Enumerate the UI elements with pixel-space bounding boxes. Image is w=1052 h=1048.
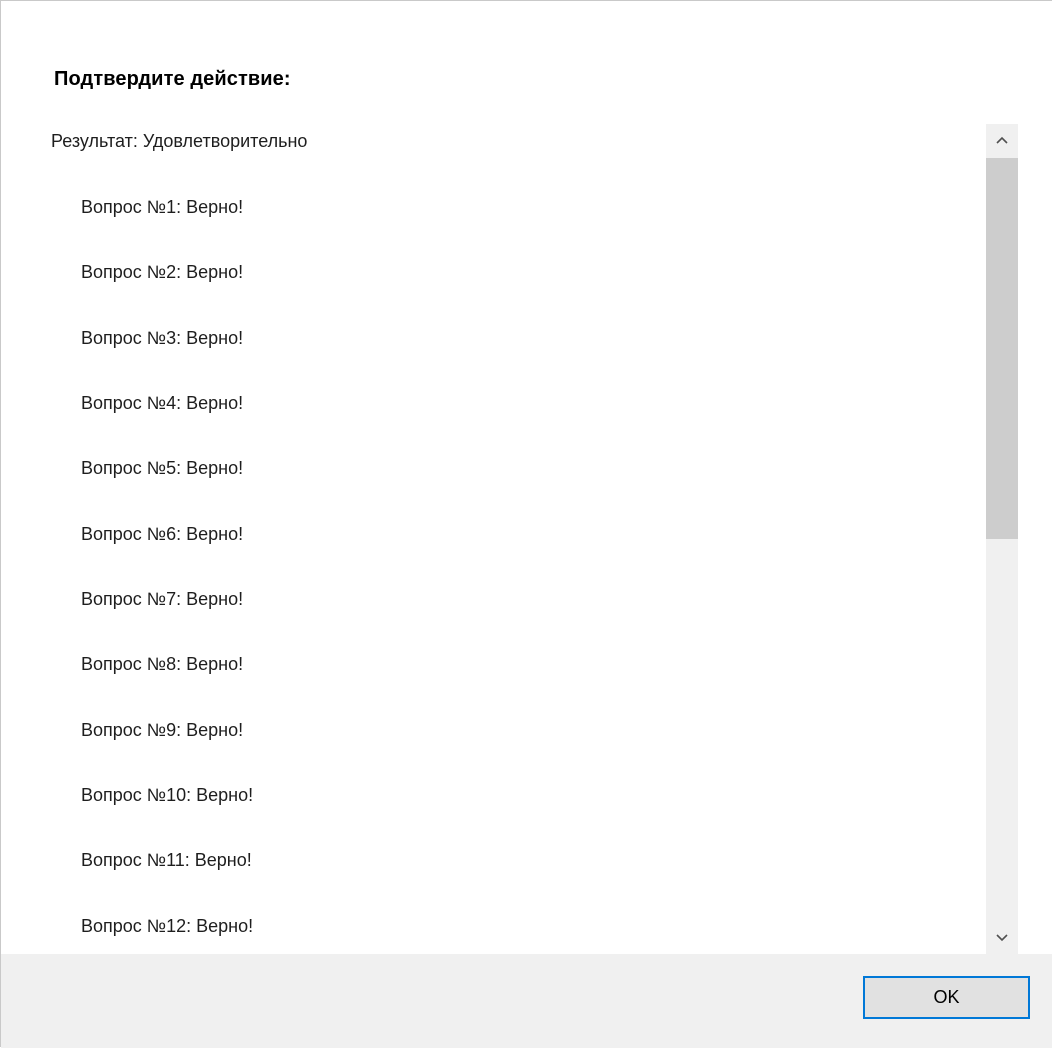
confirm-dialog: Подтвердите действие: Результат: Удовлет… — [0, 0, 1052, 1048]
dialog-title: Подтвердите действие: — [54, 68, 291, 90]
dialog-footer: OK — [1, 954, 1052, 1048]
list-item: Вопрос №3: Верно! — [81, 328, 244, 348]
ok-button[interactable]: OK — [863, 976, 1030, 1019]
scroll-up-button[interactable] — [986, 124, 1018, 156]
scroll-down-button[interactable] — [986, 922, 1018, 954]
list-item: Вопрос №4: Верно! — [81, 393, 244, 413]
list-item: Вопрос №11: Верно! — [81, 850, 252, 870]
list-item: Вопрос №9: Верно! — [81, 720, 244, 740]
list-item: Вопрос №6: Верно! — [81, 524, 244, 544]
chevron-up-icon — [996, 136, 1008, 144]
list-item: Вопрос №8: Верно! — [81, 654, 244, 674]
result-list[interactable]: Результат: Удовлетворительно Вопрос №1: … — [1, 114, 1052, 954]
scroll-thumb[interactable] — [986, 158, 1018, 539]
list-item: Вопрос №1: Верно! — [81, 197, 244, 217]
list-item: Вопрос №7: Верно! — [81, 589, 244, 609]
chevron-down-icon — [996, 934, 1008, 942]
vertical-scrollbar[interactable] — [986, 124, 1018, 954]
list-item: Вопрос №5: Верно! — [81, 458, 244, 478]
list-item: Вопрос №10: Верно! — [81, 785, 254, 805]
list-item: Вопрос №2: Верно! — [81, 262, 244, 282]
list-item: Вопрос №12: Верно! — [81, 916, 254, 936]
result-summary: Результат: Удовлетворительно — [51, 131, 308, 151]
